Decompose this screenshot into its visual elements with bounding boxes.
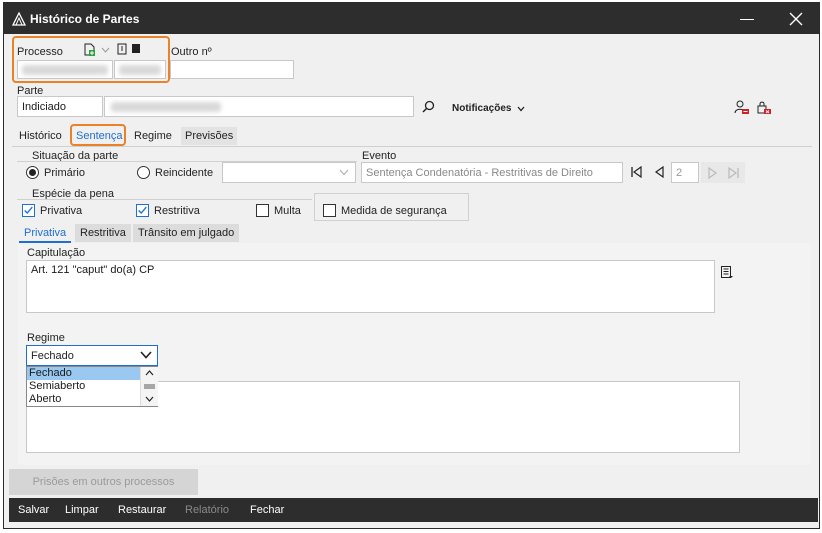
multa-checkbox[interactable] <box>256 204 269 217</box>
remove-person-icon[interactable] <box>734 100 749 115</box>
parte-type-field[interactable]: Indiciado <box>17 96 103 117</box>
regime-selected-value: Fechado <box>31 350 74 362</box>
limpar-button[interactable]: Limpar <box>65 504 99 516</box>
window-title: Histórico de Partes <box>30 12 140 26</box>
list-edit-icon[interactable] <box>720 265 734 279</box>
highlight-box-sentenca <box>70 124 126 146</box>
scroll-down-icon[interactable] <box>145 396 154 402</box>
chevron-down-icon <box>339 169 349 176</box>
chevron-down-icon[interactable] <box>517 106 525 112</box>
tab-divider <box>12 146 812 147</box>
tab-historico[interactable]: Histórico <box>15 127 66 145</box>
next-record-icon[interactable] <box>703 164 721 182</box>
tab-regime[interactable]: Regime <box>130 127 176 145</box>
relatorio-button[interactable]: Relatório <box>185 504 229 516</box>
evento-label: Evento <box>362 150 397 162</box>
dropdown-scrollbar[interactable] <box>140 367 158 406</box>
record-index-field[interactable]: 2 <box>671 162 699 183</box>
notificacoes-button[interactable]: Notificações <box>452 103 511 114</box>
search-icon[interactable] <box>422 100 435 113</box>
redacted-value <box>111 102 221 112</box>
previous-record-icon[interactable] <box>651 163 669 181</box>
privativa-label: Privativa <box>40 205 83 217</box>
multa-label: Multa <box>274 205 301 217</box>
nav-disabled-area <box>701 162 745 183</box>
title-bar: Histórico de Partes <box>4 3 819 34</box>
chevron-down-icon <box>140 351 152 359</box>
observacao-textarea[interactable] <box>154 381 740 453</box>
medida-checkbox[interactable] <box>323 204 336 217</box>
close-icon[interactable] <box>788 11 804 27</box>
parte-name-field[interactable] <box>104 96 414 117</box>
prisoes-outros-processos-button[interactable]: Prisões em outros processos <box>9 469 198 495</box>
capitulacao-label: Capitulação <box>27 247 86 259</box>
restritiva-checkbox[interactable] <box>136 204 149 217</box>
scroll-up-icon[interactable] <box>145 370 154 376</box>
subtab-privativa[interactable]: Privativa <box>19 224 72 243</box>
primario-radio[interactable] <box>26 166 39 179</box>
regime-dropdown-list[interactable]: Fechado Semiaberto Aberto <box>26 366 158 407</box>
evento-field[interactable]: Sentença Condenatória - Restritivas de D… <box>361 162 623 183</box>
app-logo-icon <box>12 12 26 26</box>
regime-select[interactable]: Fechado <box>26 345 158 366</box>
window: Histórico de Partes Processo Outro nº Pa… <box>3 2 820 529</box>
reincidente-label: Reincidente <box>155 167 214 179</box>
last-record-icon[interactable] <box>725 164 743 182</box>
lock-person-icon[interactable] <box>756 100 771 115</box>
regime-option[interactable]: Aberto <box>27 393 157 406</box>
reincidente-select[interactable] <box>222 162 356 183</box>
restritiva-label: Restritiva <box>154 205 200 217</box>
primario-label: Primário <box>44 167 85 179</box>
subtab-transito[interactable]: Trânsito em julgado <box>133 224 240 242</box>
first-record-icon[interactable] <box>627 163 645 181</box>
regime-label: Regime <box>27 332 65 344</box>
outro-numero-input[interactable] <box>170 60 294 79</box>
scroll-thumb[interactable] <box>144 384 155 389</box>
outro-numero-label: Outro nº <box>171 46 212 58</box>
capitulacao-textarea[interactable]: Art. 121 "caput" do(a) CP <box>26 260 715 313</box>
minimize-icon[interactable] <box>740 11 756 27</box>
regime-option[interactable]: Fechado <box>27 367 157 380</box>
regime-option[interactable]: Semiaberto <box>27 380 157 393</box>
privativa-checkbox[interactable] <box>22 204 35 217</box>
bottom-toolbar: Salvar Limpar Restaurar Relatório Fechar <box>9 498 818 522</box>
salvar-button[interactable]: Salvar <box>18 504 49 516</box>
tab-previsoes[interactable]: Previsões <box>181 127 238 145</box>
medida-label: Medida de segurança <box>341 205 447 217</box>
fechar-button[interactable]: Fechar <box>250 504 284 516</box>
subtab-restritiva[interactable]: Restritiva <box>75 224 131 242</box>
especie-divider <box>17 199 312 200</box>
restaurar-button[interactable]: Restaurar <box>118 504 166 516</box>
highlight-box-processo <box>12 36 170 83</box>
reincidente-radio[interactable] <box>137 166 150 179</box>
